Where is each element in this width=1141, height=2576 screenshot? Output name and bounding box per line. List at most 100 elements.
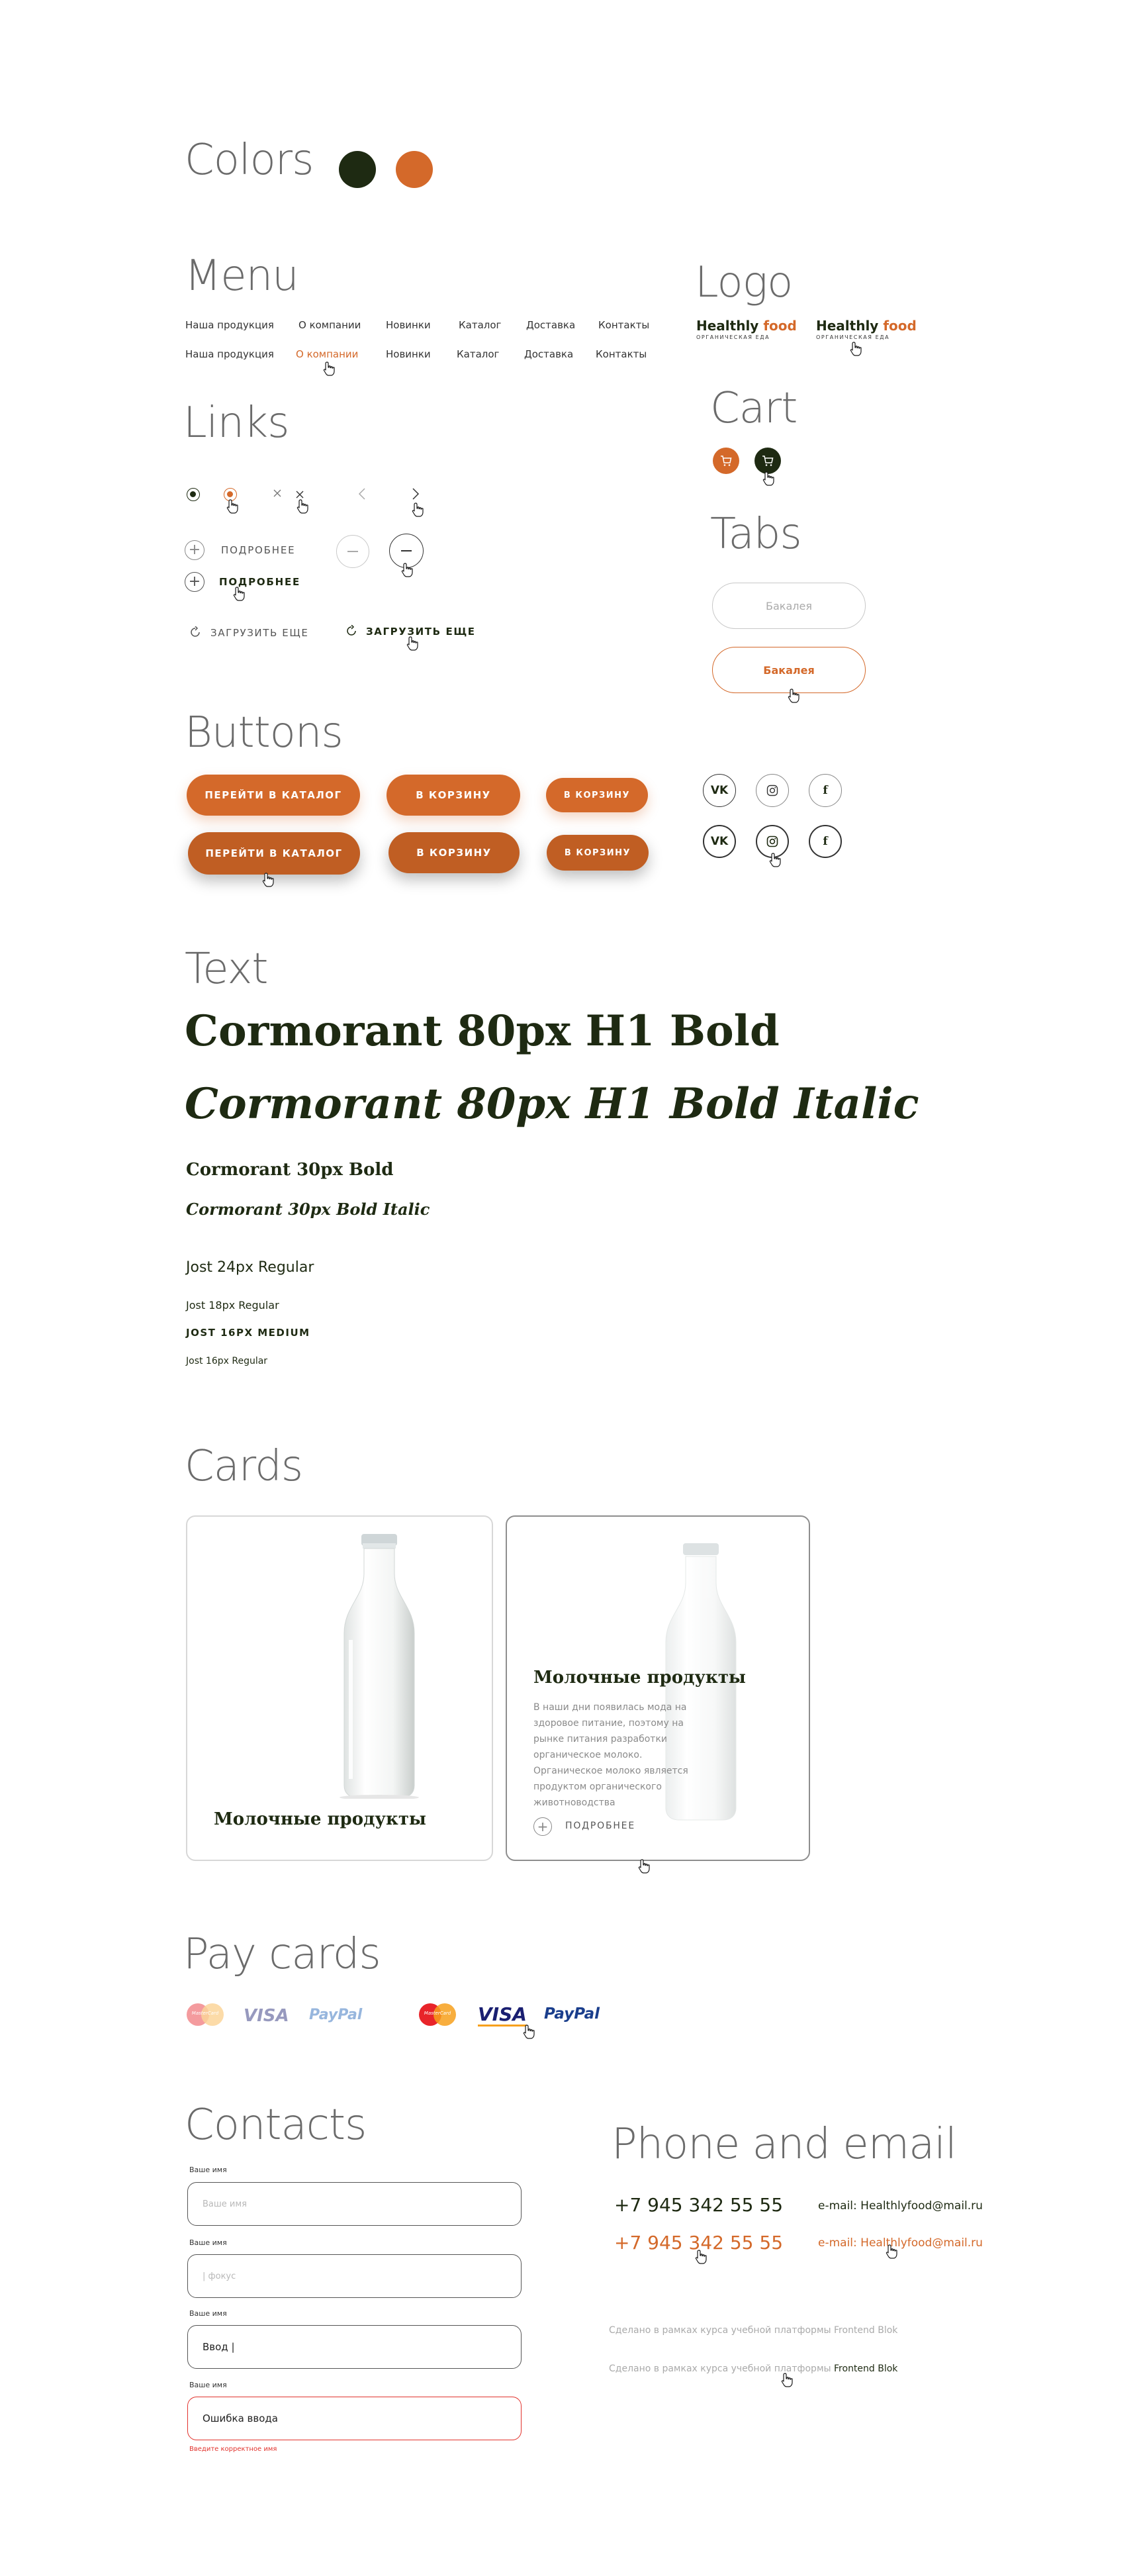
email-prefix: e-mail: [818, 2236, 857, 2250]
add-to-cart-button-small-hover[interactable]: В КОРЗИНУ [547, 835, 649, 871]
add-to-cart-button[interactable]: В КОРЗИНУ [387, 775, 520, 816]
cursor-icon [412, 502, 424, 517]
field-label: Ваше имя [189, 2381, 227, 2389]
name-input-focus[interactable]: | фокус [187, 2254, 522, 2298]
section-title-text: Text [185, 945, 268, 994]
product-card[interactable]: Молочные продукты [186, 1515, 493, 1861]
section-title-links: Links [183, 399, 289, 448]
menu-item-active[interactable]: О компании [296, 348, 358, 360]
product-card-hover[interactable]: Молочные продукты В наши дни появилась м… [506, 1515, 810, 1861]
cursor-icon [638, 1859, 650, 1874]
email-link-hover[interactable]: e-mail: Healthlyfood@mail.ru [818, 2236, 983, 2250]
plus-icon[interactable]: + [185, 572, 205, 592]
paypal-logo: PayPal [309, 2007, 363, 2023]
card-title: Молочные продукты [533, 1668, 746, 1688]
menu-item[interactable]: Каталог [459, 319, 501, 331]
load-more-link-hover[interactable]: ЗАГРУЗИТЬ ЕЩЕ [366, 626, 476, 638]
add-to-cart-button-small[interactable]: В КОРЗИНУ [546, 778, 648, 812]
logo-hover[interactable]: Healthly food ОРГАНИЧЕСКАЯ ЕДА [816, 318, 917, 344]
logo-word-1: Healthly [696, 318, 759, 334]
menu-row-default: Наша продукция О компании Новинки Катало… [185, 319, 649, 332]
name-input-error[interactable]: Ошибка ввода [187, 2397, 522, 2440]
menu-item[interactable]: Контакты [596, 348, 647, 360]
email-address: Healthlyfood@mail.ru [860, 2199, 983, 2213]
cursor-icon [406, 636, 418, 651]
sample-jost24: Jost 24px Regular [186, 1259, 314, 1276]
refresh-icon [191, 626, 200, 637]
cursor-icon [695, 2250, 707, 2264]
mastercard-logo: MasterCard [187, 2003, 224, 2026]
name-input[interactable]: Ваше имя [187, 2182, 522, 2226]
section-title-cart: Cart [710, 384, 798, 433]
load-more-link[interactable]: ЗАГРУЗИТЬ ЕЩЕ [210, 627, 308, 639]
menu-item[interactable]: Контакты [598, 319, 649, 331]
chevron-left-icon[interactable] [358, 487, 366, 501]
close-icon[interactable] [295, 490, 304, 499]
facebook-icon-hover[interactable]: f [809, 825, 842, 858]
credit-text: Сделано в рамках курса учебной платформы [609, 2325, 831, 2336]
menu-item[interactable]: Новинки [386, 319, 431, 331]
cursor-icon [762, 471, 774, 486]
menu-item[interactable]: Каталог [457, 348, 499, 360]
vk-icon[interactable]: VK [703, 774, 736, 807]
minus-icon[interactable] [336, 535, 369, 568]
logo-tagline: ОРГАНИЧЕСКАЯ ЕДА [816, 334, 890, 340]
plus-icon[interactable]: + [185, 540, 205, 560]
menu-item[interactable]: Доставка [524, 348, 573, 360]
cart-button[interactable] [713, 448, 739, 474]
logo-word-2: food [883, 318, 917, 334]
section-title-logo: Logo [695, 258, 793, 307]
cursor-icon [850, 342, 862, 356]
tab-default[interactable]: Бакалея [712, 583, 866, 629]
logo-word-1: Healthly [816, 318, 879, 334]
cursor-icon [323, 361, 335, 376]
facebook-icon[interactable]: f [809, 774, 842, 807]
card-more-link[interactable]: ПОДРОБНЕЕ [565, 1821, 635, 1831]
credit-line-hover[interactable]: Сделано в рамках курса учебной платформы… [609, 2363, 897, 2374]
vk-icon-hover[interactable]: VK [703, 825, 736, 858]
menu-item[interactable]: Новинки [386, 348, 431, 360]
menu-item[interactable]: Наша продукция [185, 319, 274, 331]
section-title-phone-email: Phone and email [612, 2120, 957, 2169]
section-title-menu: Menu [185, 252, 299, 301]
cart-button-hover[interactable] [754, 448, 781, 474]
menu-item[interactable]: Наша продукция [185, 348, 274, 360]
instagram-icon[interactable] [756, 774, 789, 807]
milk-bottle-image [340, 1534, 419, 1799]
close-icon[interactable] [273, 489, 282, 498]
color-swatch-dark [339, 151, 376, 188]
mastercard-logo-hover: MasterCard [419, 2003, 456, 2026]
instagram-glyph-icon [766, 785, 778, 796]
cursor-icon [523, 2025, 535, 2039]
logo-tagline: ОРГАНИЧЕСКАЯ ЕДА [696, 334, 770, 340]
sample-jost16-medium: JOST 16PX MEDIUM [186, 1327, 310, 1339]
plus-icon[interactable]: + [533, 1817, 552, 1836]
more-link[interactable]: ПОДРОБНЕЕ [221, 544, 295, 556]
credit-line[interactable]: Сделано в рамках курса учебной платформы… [609, 2325, 897, 2336]
section-title-pay-cards: Pay cards [183, 1930, 381, 1979]
cursor-icon [233, 587, 245, 601]
name-input-typing[interactable]: Ввод | [187, 2325, 522, 2369]
more-link-hover[interactable]: ПОДРОБНЕЕ [219, 576, 300, 588]
color-swatch-accent [396, 151, 433, 188]
logo[interactable]: Healthly food ОРГАНИЧЕСКАЯ ЕДА [696, 318, 797, 344]
radio-dot[interactable] [187, 488, 200, 501]
cart-icon [762, 455, 774, 466]
cursor-icon [226, 499, 238, 514]
sample-h1: Cormorant 80px H1 Bold [185, 1006, 780, 1056]
sample-h3-italic: Cormorant 30px Bold Italic [186, 1200, 430, 1219]
chevron-right-icon[interactable] [412, 487, 420, 501]
menu-item[interactable]: О компании [298, 319, 361, 331]
menu-item[interactable]: Доставка [526, 319, 575, 331]
field-label: Ваше имя [189, 2166, 227, 2174]
catalog-button[interactable]: ПЕРЕЙТИ В КАТАЛОГ [187, 775, 360, 816]
sample-h3: Cormorant 30px Bold [186, 1160, 394, 1180]
cursor-icon [401, 563, 413, 577]
card-title: Молочные продукты [214, 1809, 426, 1829]
add-to-cart-button-hover[interactable]: В КОРЗИНУ [388, 832, 520, 873]
cart-icon [721, 455, 732, 466]
phone-link[interactable]: +7 945 342 55 55 [614, 2194, 783, 2216]
tab-hover[interactable]: Бакалея [712, 647, 866, 693]
catalog-button-hover[interactable]: ПЕРЕЙТИ В КАТАЛОГ [188, 832, 360, 875]
email-link[interactable]: e-mail: Healthlyfood@mail.ru [818, 2199, 983, 2213]
